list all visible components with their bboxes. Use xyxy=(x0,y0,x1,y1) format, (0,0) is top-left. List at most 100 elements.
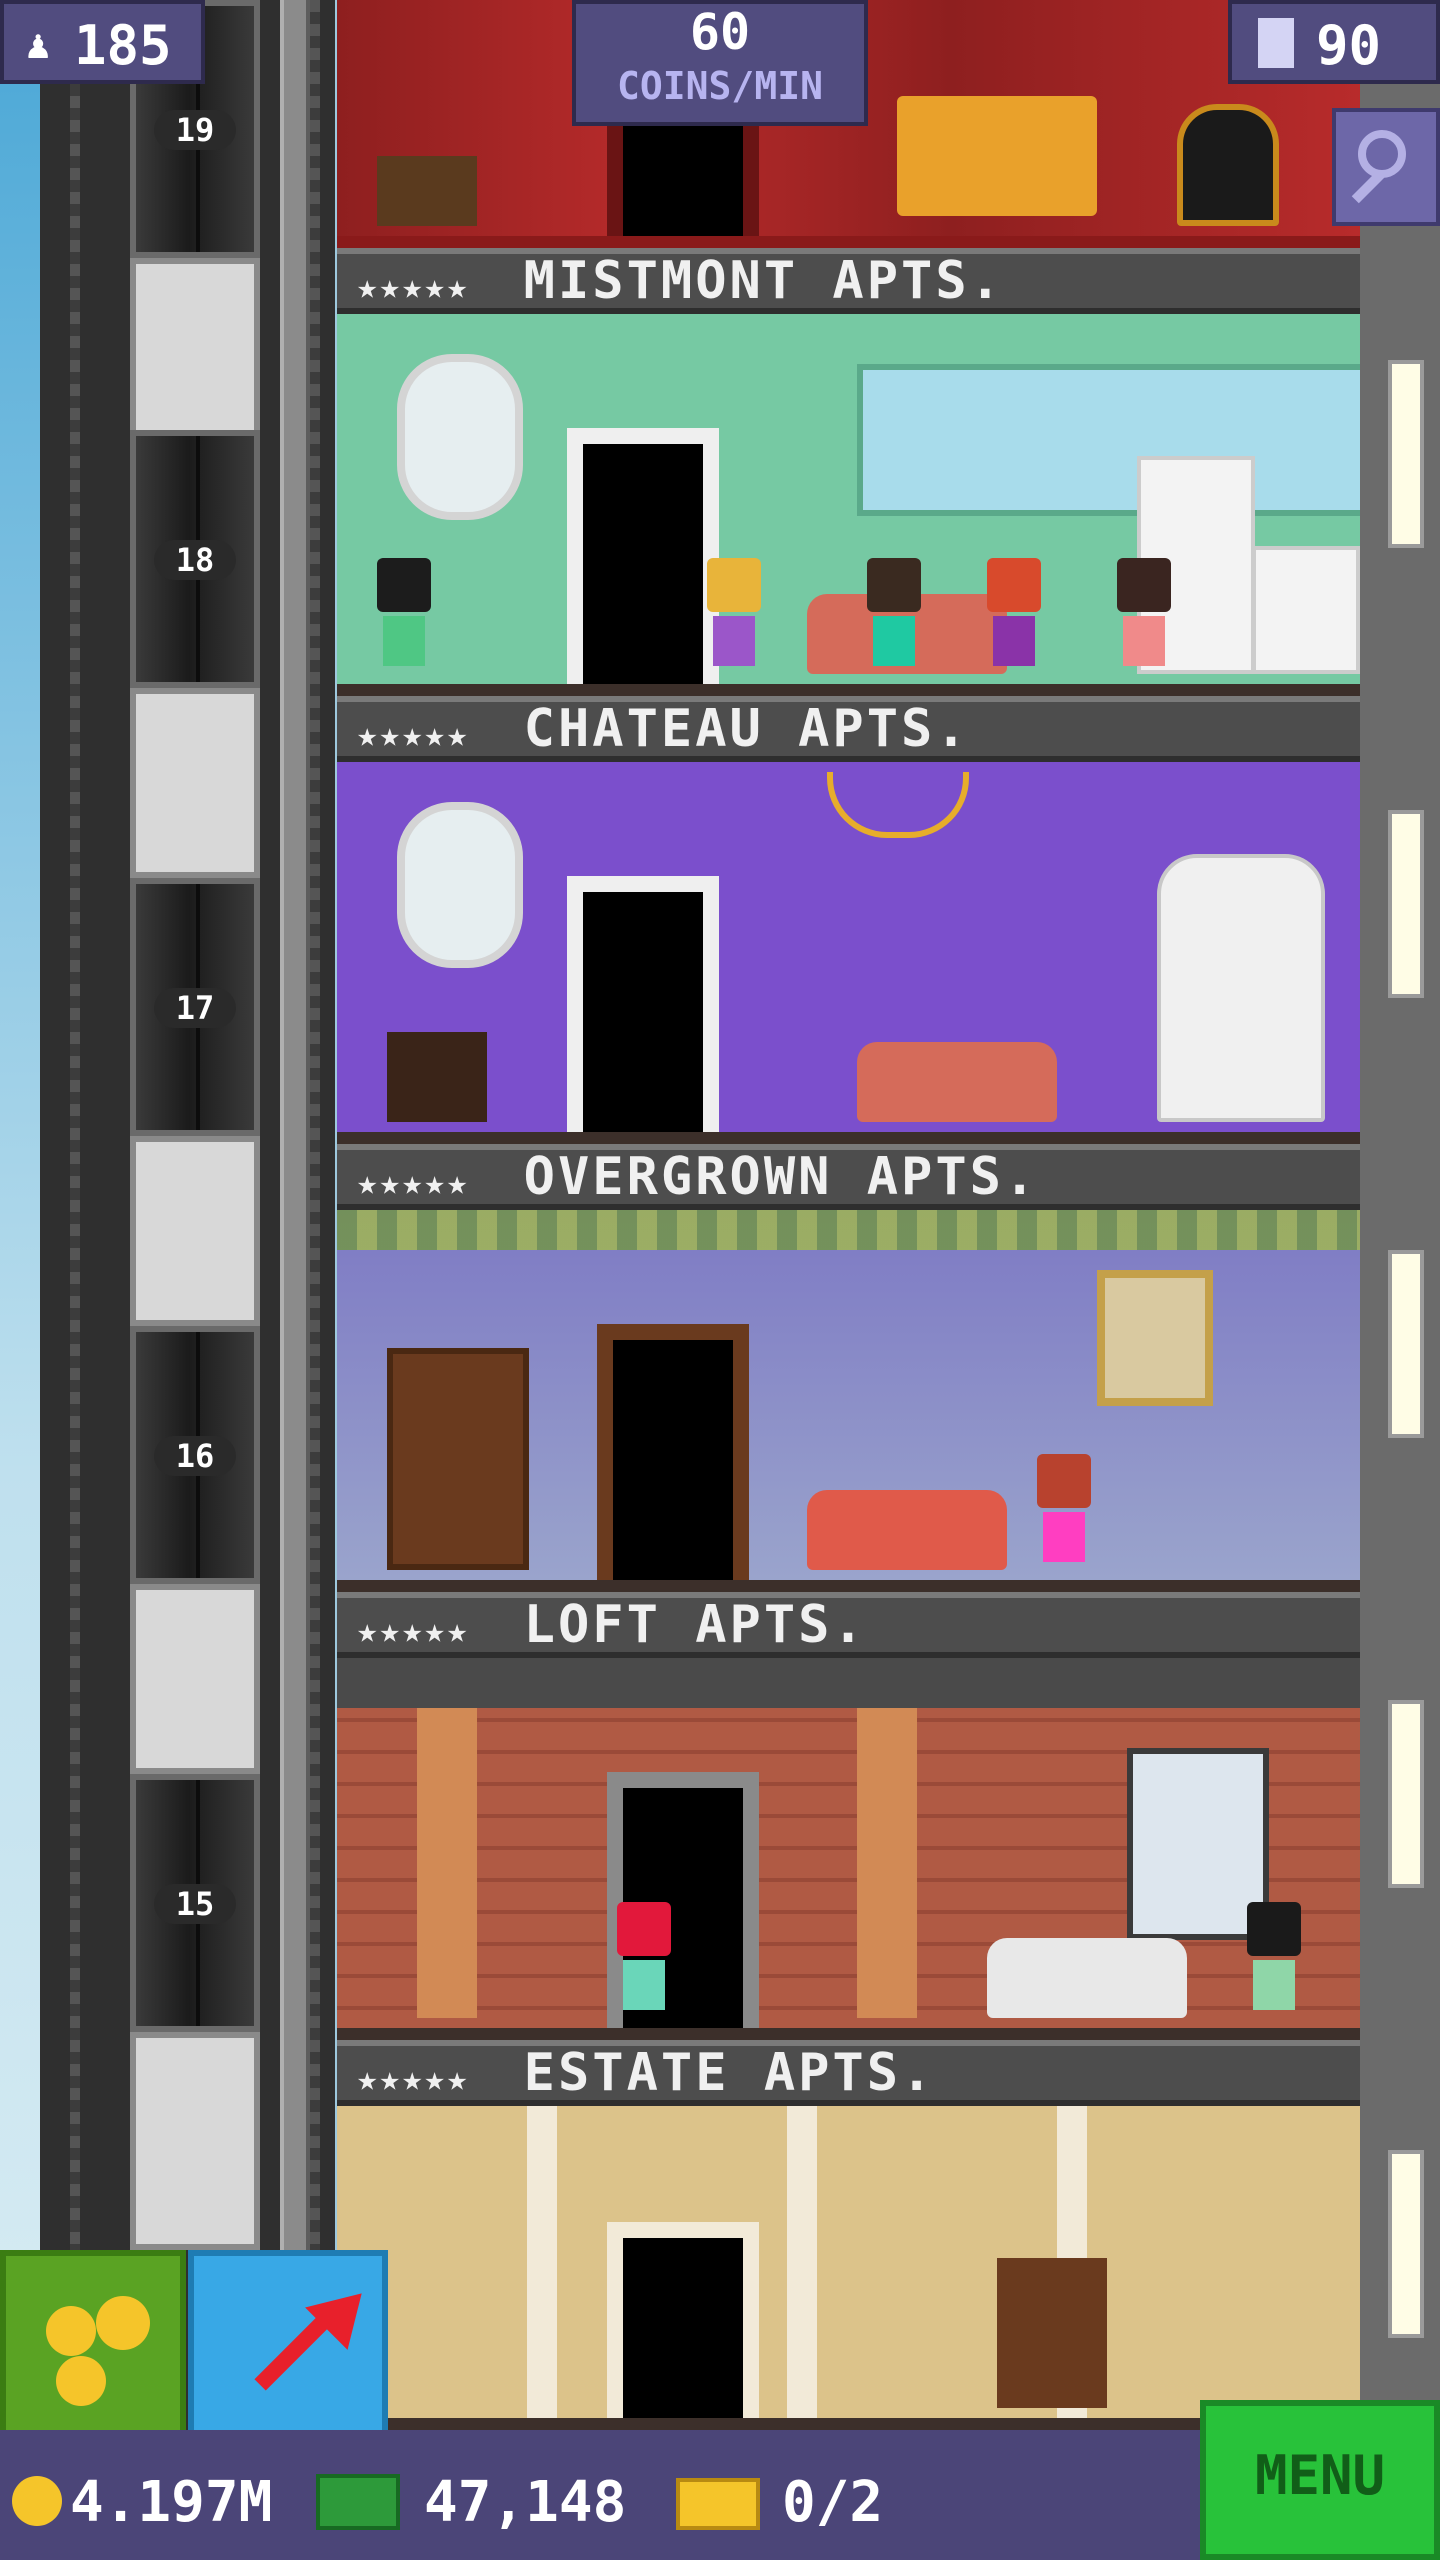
bux-value: 47,148 xyxy=(424,2470,627,2535)
floor-name: MISTMONT APTS. xyxy=(523,251,1004,311)
dresser xyxy=(377,156,477,226)
bitizen[interactable] xyxy=(987,558,1041,678)
floor-18[interactable]: ★★★★★ MISTMONT APTS. xyxy=(337,248,1360,696)
coin-stack-icon xyxy=(46,2306,96,2356)
side-table xyxy=(387,1032,487,1122)
stove xyxy=(1252,546,1360,674)
tickets-value: 0/2 xyxy=(782,2470,884,2535)
mirror xyxy=(397,802,523,968)
star-rating: ★★★★★ xyxy=(357,1611,470,1651)
floor-16[interactable]: ★★★★★ OVERGROWN APTS. xyxy=(337,1144,1360,1592)
floor-door xyxy=(597,1324,749,1580)
coin-stack-icon xyxy=(96,2296,150,2350)
bitizen[interactable] xyxy=(617,1902,671,2022)
floor-15[interactable]: ★★★★★ LOFT APTS. xyxy=(337,1592,1360,2040)
person-icon: ♟ xyxy=(26,22,51,68)
raise-floor-button[interactable] xyxy=(188,2250,388,2436)
floor-number: 18 xyxy=(154,540,236,580)
column xyxy=(527,2106,557,2418)
bookshelf xyxy=(387,1348,529,1570)
elevator-gap xyxy=(130,1136,260,1326)
elevator-door-16[interactable]: 16 xyxy=(130,1326,260,1584)
zoom-button[interactable] xyxy=(1332,108,1440,226)
ticket-icon[interactable] xyxy=(676,2478,760,2530)
bitizen[interactable] xyxy=(1117,558,1171,678)
floor-name: ESTATE APTS. xyxy=(523,2043,936,2103)
menu-button[interactable]: MENU xyxy=(1200,2400,1440,2560)
floor-room[interactable] xyxy=(337,1210,1360,1592)
ceiling-beam xyxy=(337,1658,1360,1708)
window-pane xyxy=(857,364,1360,516)
elevator-door-17[interactable]: 17 xyxy=(130,878,260,1136)
shaft-stripe xyxy=(70,0,80,2450)
floor-room[interactable] xyxy=(337,1658,1360,2040)
floor-17[interactable]: ★★★★★ CHATEAU APTS. xyxy=(337,696,1360,1144)
coins-value: 4.197M xyxy=(70,2470,273,2535)
floor-number: 17 xyxy=(154,988,236,1028)
pillar xyxy=(417,1708,477,2018)
elevator-gap xyxy=(130,688,260,878)
bitizen[interactable] xyxy=(867,558,921,678)
magnifier-handle xyxy=(1351,170,1385,204)
window xyxy=(1388,2150,1424,2338)
coins-rate-panel[interactable]: 60 COINS/MIN xyxy=(572,0,868,126)
vines xyxy=(337,1210,1360,1250)
star-rating: ★★★★★ xyxy=(357,1163,470,1203)
painting xyxy=(1097,1270,1213,1406)
window xyxy=(1388,1700,1424,1888)
floor-door xyxy=(607,110,759,236)
bookshelf xyxy=(997,2258,1107,2408)
floor-count-value: 90 xyxy=(1316,14,1382,77)
building-edge xyxy=(1360,0,1440,2450)
floor-door xyxy=(567,876,719,1132)
bitizen[interactable] xyxy=(1037,1454,1091,1574)
bitizen[interactable] xyxy=(1247,1902,1301,2022)
floor-sign: ★★★★★ MISTMONT APTS. xyxy=(337,248,1360,314)
floor-counter[interactable]: 90 xyxy=(1228,0,1440,84)
floor-door xyxy=(567,428,719,684)
elevator-door-18[interactable]: 18 xyxy=(130,430,260,688)
magnifier-icon xyxy=(1358,130,1406,178)
cabinet xyxy=(1157,854,1325,1122)
floor-name: LOFT APTS. xyxy=(523,1595,867,1655)
floor-number: 16 xyxy=(154,1436,236,1476)
elevator-gap xyxy=(130,1584,260,1774)
floor-room[interactable] xyxy=(337,2106,1360,2430)
bed xyxy=(897,96,1097,216)
window xyxy=(1388,1250,1424,1438)
floor-name: OVERGROWN APTS. xyxy=(523,1147,1039,1207)
window xyxy=(1388,810,1424,998)
floor-sign: ★★★★★ OVERGROWN APTS. xyxy=(337,1144,1360,1210)
coins-rate-value: 60 xyxy=(689,3,751,61)
coins-button[interactable] xyxy=(0,2250,186,2436)
floor-room[interactable] xyxy=(337,762,1360,1144)
column xyxy=(787,2106,817,2418)
floor-number: 19 xyxy=(154,110,236,150)
coin-stack-icon xyxy=(56,2356,106,2406)
floor-sign: ★★★★★ LOFT APTS. xyxy=(337,1592,1360,1658)
chair xyxy=(1177,104,1279,226)
floor-name: CHATEAU APTS. xyxy=(523,699,970,759)
elevator-gap xyxy=(130,2032,260,2250)
floor-14[interactable]: ★★★★★ ESTATE APTS. xyxy=(337,2040,1360,2430)
floor-room[interactable] xyxy=(337,314,1360,696)
floor-number: 15 xyxy=(154,1884,236,1924)
floor-sign: ★★★★★ CHATEAU APTS. xyxy=(337,696,1360,762)
sofa xyxy=(857,1042,1057,1122)
pillar xyxy=(857,1708,917,2018)
shaft-stripe xyxy=(310,0,320,2450)
bitizen[interactable] xyxy=(377,558,431,678)
window xyxy=(1388,360,1424,548)
population-value: 185 xyxy=(74,14,172,77)
bitizen[interactable] xyxy=(707,558,761,678)
bux-icon[interactable] xyxy=(316,2474,400,2530)
floor-door xyxy=(607,2222,759,2418)
mirror xyxy=(397,354,523,520)
floor-sign: ★★★★★ ESTATE APTS. xyxy=(337,2040,1360,2106)
elevator-gap xyxy=(130,258,260,448)
star-rating: ★★★★★ xyxy=(357,267,470,307)
chandelier xyxy=(827,772,969,838)
sofa xyxy=(987,1938,1187,2018)
population-counter[interactable]: ♟ 185 xyxy=(0,0,205,84)
elevator-door-15[interactable]: 15 xyxy=(130,1774,260,2032)
